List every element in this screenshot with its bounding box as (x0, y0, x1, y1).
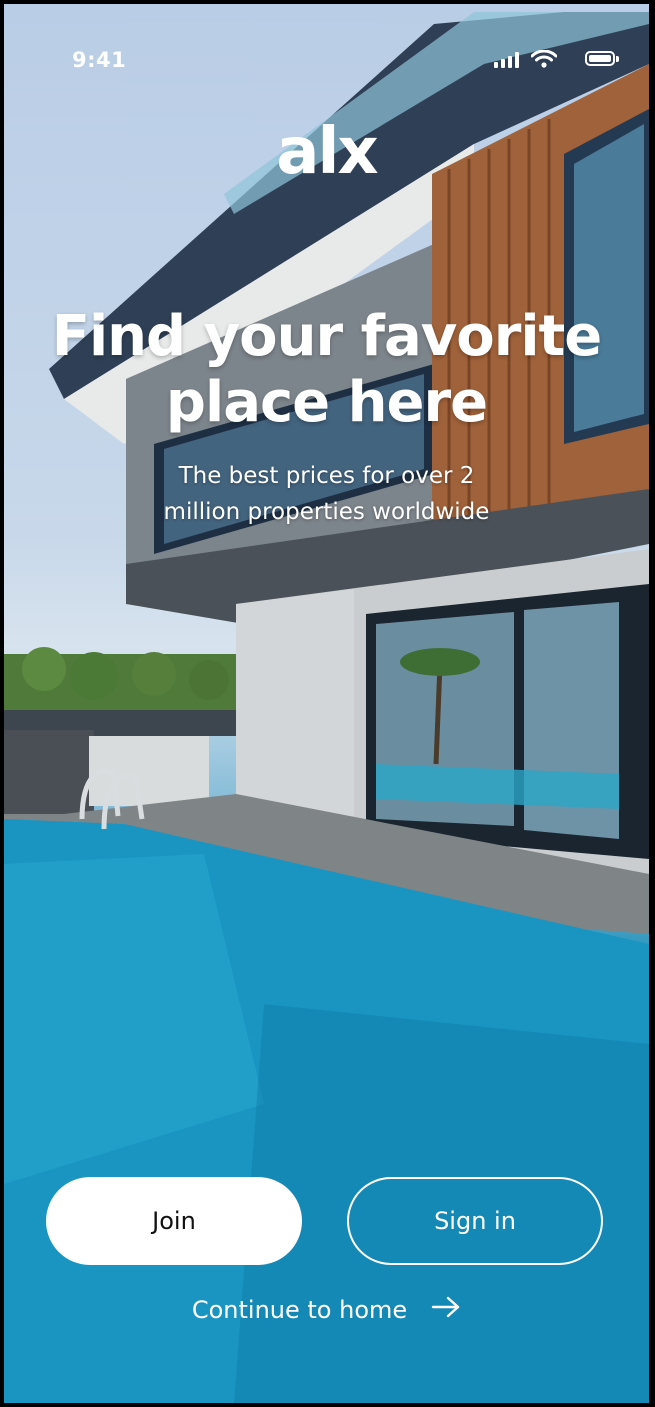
arrow-right-icon (431, 1296, 461, 1324)
sign-in-button[interactable]: Sign in (347, 1177, 603, 1265)
onboarding-screen: 9:41 alx Find your favorite place here T… (4, 4, 649, 1403)
headline-line-1: Find your favorite (51, 304, 603, 369)
battery-icon (585, 51, 619, 66)
join-button[interactable]: Join (46, 1177, 302, 1265)
alx-logo: alx (276, 115, 378, 189)
continue-to-home-link[interactable]: Continue to home (4, 1296, 649, 1324)
continue-label: Continue to home (191, 1296, 408, 1324)
subtitle-line-2: million properties worldwide (163, 499, 490, 525)
status-time: 9:41 (72, 48, 127, 72)
subtitle-line-1: The best prices for over 2 (178, 463, 475, 489)
cellular-signal-icon (494, 52, 519, 68)
headline-line-2: place here (165, 370, 488, 435)
hero-subtitle: The best prices for over 2 million prope… (124, 458, 529, 530)
status-bar: 9:41 (4, 48, 649, 78)
wifi-icon (530, 49, 558, 72)
hero-headline: Find your favorite place here (44, 304, 609, 436)
